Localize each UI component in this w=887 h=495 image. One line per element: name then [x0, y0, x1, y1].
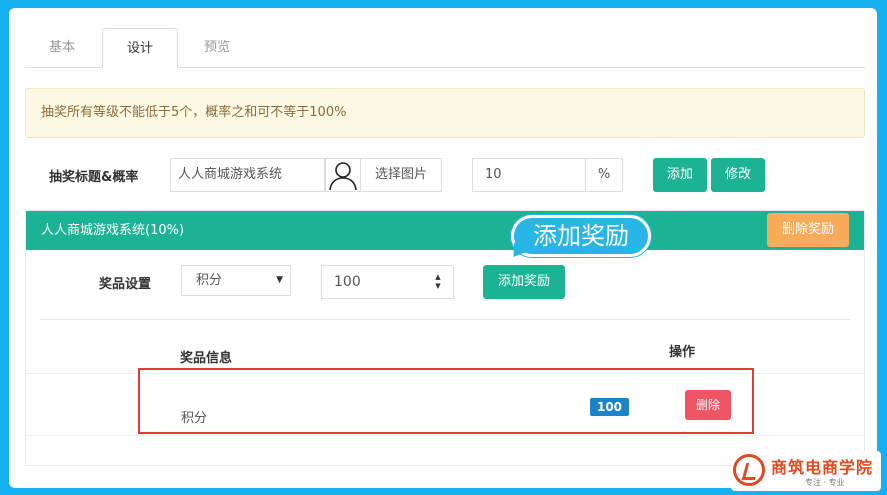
column-header-prize-info: 奖品信息 — [180, 351, 233, 366]
add-prize-button[interactable]: 添加奖励 — [483, 265, 565, 299]
prize-type-value: 积分 — [196, 273, 223, 288]
divider — [40, 319, 850, 320]
delete-reward-button[interactable]: 删除奖励 — [767, 213, 849, 247]
tab-bar: 基本 设计 预览 — [25, 28, 865, 69]
title-rate-label: 抽奖标题&概率 — [49, 170, 139, 185]
highlight-box — [138, 368, 754, 434]
reward-title: 人人商城游戏系统(10%) — [41, 223, 185, 238]
tab-preview[interactable]: 预览 — [180, 28, 254, 68]
select-image-button[interactable]: 选择图片 — [361, 158, 442, 192]
percent-addon: % — [586, 158, 623, 192]
logo-emblem-icon — [733, 454, 765, 486]
warning-alert: 抽奖所有等级不能低于5个，概率之和可不等于100% — [25, 88, 865, 138]
caret-down-icon: ▼ — [276, 275, 283, 285]
prize-amount-stepper[interactable]: 100 ▲ ▼ — [321, 265, 454, 299]
tab-basic[interactable]: 基本 — [25, 28, 99, 68]
watermark-logo: 商筑电商学院 专注 · 专业 — [731, 451, 881, 491]
prize-type-select[interactable]: 积分 ▼ — [181, 265, 291, 296]
callout-bubble: 添加奖励 — [511, 215, 651, 257]
prize-setting-label: 奖品设置 — [99, 277, 152, 292]
prize-amount-value: 100 — [334, 274, 361, 290]
table-row-divider — [26, 435, 864, 436]
add-button[interactable]: 添加 — [653, 158, 707, 192]
tab-design[interactable]: 设计 — [102, 28, 179, 69]
edit-button[interactable]: 修改 — [711, 158, 765, 192]
user-avatar-icon — [329, 162, 357, 191]
stepper-arrows-icon[interactable]: ▲ ▼ — [433, 273, 443, 291]
reward-header: 人人商城游戏系统(10%) — [26, 211, 864, 250]
logo-text: 商筑电商学院 — [771, 458, 874, 477]
lottery-title-input[interactable]: 人人商城游戏系统 — [170, 158, 325, 192]
image-thumbnail[interactable] — [325, 158, 361, 192]
probability-input[interactable]: 10 — [472, 158, 586, 192]
logo-subtitle: 专注 · 专业 — [805, 478, 845, 487]
main-panel: 基本 设计 预览 抽奖所有等级不能低于5个，概率之和可不等于100% 抽奖标题&… — [9, 8, 877, 488]
column-header-operations: 操作 — [669, 345, 696, 360]
